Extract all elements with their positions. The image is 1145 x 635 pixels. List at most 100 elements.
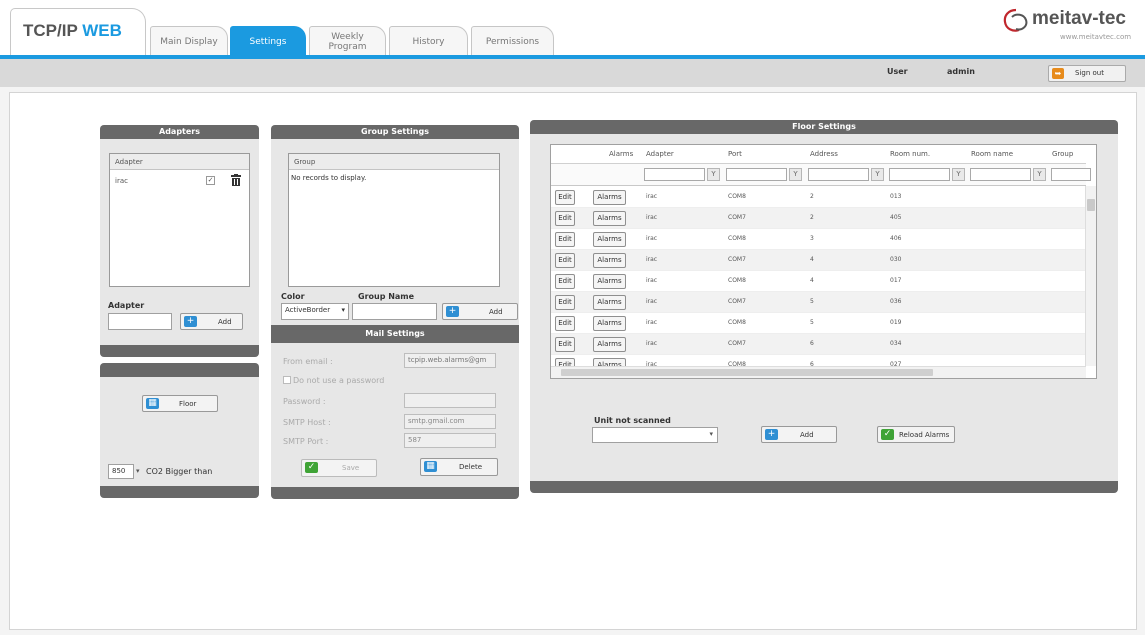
password-label: Password : <box>283 397 326 406</box>
edit-button[interactable]: Edit <box>555 337 575 352</box>
tab-main-display[interactable]: Main Display <box>150 26 228 56</box>
edit-button[interactable]: Edit <box>555 274 575 289</box>
alarms-button[interactable]: Alarms <box>593 232 626 247</box>
save-button[interactable]: ✓ Save <box>301 459 377 477</box>
brand-url: www.meitavtec.com <box>1060 33 1132 41</box>
app-logo: TCP/IP WEB <box>10 8 146 56</box>
reload-alarms-button[interactable]: ✓ Reload Alarms <box>877 426 955 443</box>
smtp-port-input[interactable]: 587 <box>404 433 496 448</box>
floor-options-panel: ▦ Floor 850 ▾ CO2 Bigger than <box>100 363 259 498</box>
password-input[interactable] <box>404 393 496 408</box>
alarms-button[interactable]: Alarms <box>593 253 626 268</box>
app-title-part1: TCP/IP <box>23 21 83 40</box>
group-name-input[interactable] <box>352 303 437 320</box>
from-email-input[interactable]: tcpip.web.alarms@gm <box>404 353 496 368</box>
co2-label: CO2 Bigger than <box>146 467 213 476</box>
filter-icon[interactable]: Y <box>789 168 802 181</box>
floor-settings-grid: Alarms Adapter Port Address Room num. Ro… <box>550 144 1097 379</box>
alarms-button[interactable]: Alarms <box>593 295 626 310</box>
cell-address: 2 <box>810 193 814 200</box>
cell-address: 5 <box>810 298 814 305</box>
horizontal-scroll-thumb[interactable] <box>561 369 933 376</box>
alarms-button[interactable]: Alarms <box>593 316 626 331</box>
group-column-header: Group <box>289 154 499 170</box>
table-row: Edit Alarms irac COM8 3 406 <box>551 229 1086 250</box>
delete-label: Delete <box>459 463 482 471</box>
table-row: Edit Alarms irac COM8 4 017 <box>551 271 1086 292</box>
sign-out-button[interactable]: ➥ Sign out <box>1048 65 1126 82</box>
filter-icon[interactable]: Y <box>952 168 965 181</box>
floor-options-header <box>100 363 259 377</box>
cell-room-num: 019 <box>890 319 902 326</box>
delete-button[interactable]: ▦ Delete <box>420 458 498 476</box>
floor-settings-title: Floor Settings <box>530 120 1118 134</box>
edit-button[interactable]: Edit <box>555 232 575 247</box>
color-value: ActiveBorder <box>285 306 331 314</box>
sign-out-icon: ➥ <box>1052 68 1064 79</box>
vertical-scrollbar[interactable] <box>1085 186 1096 366</box>
add-adapter-button[interactable]: + Add <box>180 313 243 330</box>
trash-icon[interactable] <box>231 174 241 186</box>
adapter-checkbox[interactable]: ✓ <box>206 176 215 185</box>
horizontal-scrollbar[interactable] <box>551 366 1086 378</box>
sign-out-label: Sign out <box>1075 69 1104 77</box>
adapters-column-header: Adapter <box>110 154 249 170</box>
edit-button[interactable]: Edit <box>555 316 575 331</box>
tab-history[interactable]: History <box>389 26 468 56</box>
user-label: User <box>887 67 908 76</box>
col-group: Group <box>1052 150 1074 158</box>
filter-address-input[interactable] <box>808 168 869 181</box>
edit-button[interactable]: Edit <box>555 211 575 226</box>
tab-settings[interactable]: Settings <box>230 26 306 56</box>
adapter-input[interactable] <box>108 313 172 330</box>
alarms-button[interactable]: Alarms <box>593 190 626 205</box>
floor-button[interactable]: ▦ Floor <box>142 395 218 412</box>
co2-select[interactable]: 850 <box>108 464 134 479</box>
color-select[interactable]: ActiveBorder ▾ <box>281 303 349 320</box>
floor-settings-footer <box>530 481 1118 493</box>
tab-weekly-program[interactable]: Weekly Program <box>309 26 386 56</box>
brand-name: meitav-tec <box>1032 8 1126 29</box>
cell-adapter: irac <box>646 340 658 347</box>
filter-group-input[interactable] <box>1051 168 1091 181</box>
cell-port: COM7 <box>728 298 746 305</box>
alarms-button[interactable]: Alarms <box>593 337 626 352</box>
cell-room-num: 017 <box>890 277 902 284</box>
add-unit-button[interactable]: + Add <box>761 426 837 443</box>
main-content: Adapters Adapter irac ✓ Adapter + Add ▦ … <box>9 92 1137 630</box>
col-room-num: Room num. <box>890 150 931 158</box>
cell-address: 4 <box>810 277 814 284</box>
smtp-host-input[interactable]: smtp.gmail.com <box>404 414 496 429</box>
no-password-checkbox[interactable] <box>283 376 291 384</box>
plus-icon: + <box>446 306 459 317</box>
table-row: Edit Alarms irac COM7 2 405 <box>551 208 1086 229</box>
filter-port-input[interactable] <box>726 168 787 181</box>
tab-permissions[interactable]: Permissions <box>471 26 554 56</box>
vertical-scroll-thumb[interactable] <box>1087 199 1095 211</box>
edit-button[interactable]: Edit <box>555 190 575 205</box>
filter-icon[interactable]: Y <box>871 168 884 181</box>
chevron-down-icon: ▾ <box>136 467 140 475</box>
floor-icon: ▦ <box>146 398 159 409</box>
cell-port: COM7 <box>728 340 746 347</box>
col-adapter: Adapter <box>646 150 674 158</box>
filter-room-num-input[interactable] <box>889 168 950 181</box>
adapter-field-label: Adapter <box>108 301 145 310</box>
filter-icon[interactable]: Y <box>1033 168 1046 181</box>
cell-port: COM8 <box>728 235 746 242</box>
adapter-row-name: irac <box>115 177 128 185</box>
alarms-button[interactable]: Alarms <box>593 211 626 226</box>
alarms-button[interactable]: Alarms <box>593 274 626 289</box>
table-row: Edit Alarms irac COM7 5 036 <box>551 292 1086 313</box>
add-group-button[interactable]: + Add <box>442 303 518 320</box>
filter-room-name-input[interactable] <box>970 168 1031 181</box>
edit-button[interactable]: Edit <box>555 295 575 310</box>
cell-adapter: irac <box>646 193 658 200</box>
edit-button[interactable]: Edit <box>555 253 575 268</box>
filter-adapter-input[interactable] <box>644 168 705 181</box>
floor-options-footer <box>100 486 259 498</box>
unit-select[interactable]: ▾ <box>592 427 718 443</box>
floor-grid-filter-row: Y Y Y Y Y <box>551 164 1091 186</box>
cell-address: 3 <box>810 235 814 242</box>
filter-icon[interactable]: Y <box>707 168 720 181</box>
